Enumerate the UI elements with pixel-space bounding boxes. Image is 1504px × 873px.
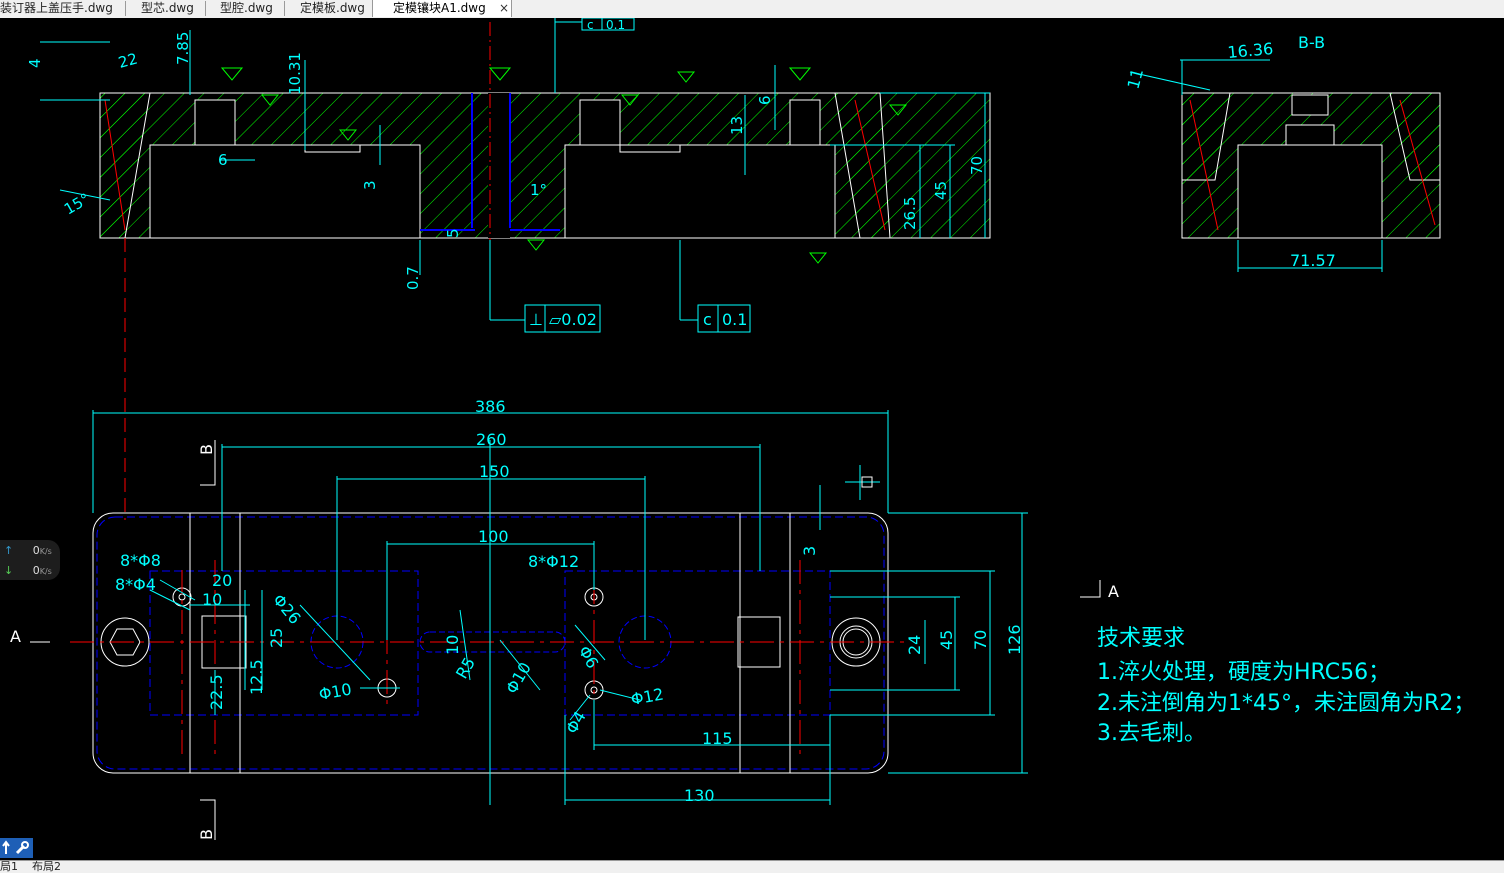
layout-tab-1[interactable]: 局1: [0, 861, 18, 873]
svg-text:22.5: 22.5: [207, 674, 226, 710]
svg-text:10.31: 10.31: [286, 52, 304, 95]
svg-text:26.5: 26.5: [901, 197, 919, 230]
note-line-1: 1.淬火处理，硬度为HRC56；: [1097, 660, 1390, 685]
svg-text:15°: 15°: [61, 190, 93, 219]
tolerance-3-symbol: c: [587, 18, 594, 32]
svg-text:260: 260: [476, 430, 507, 449]
download-speed: ↓ 0K/s: [4, 564, 52, 577]
download-arrow-icon: ↓: [4, 564, 14, 577]
svg-text:11: 11: [1124, 66, 1148, 91]
svg-text:100: 100: [478, 527, 509, 546]
close-tab-icon[interactable]: ×: [499, 0, 509, 17]
section-bb-view: B-B 16.36 71.57 11: [1124, 33, 1441, 272]
drawing-canvas[interactable]: 22 7.85 4 10.31 6 3 15° 0.7 5 1° 6 13 26…: [0, 17, 1504, 860]
svg-text:70: 70: [968, 156, 986, 175]
svg-text:71.57: 71.57: [1290, 251, 1336, 270]
tab-file-1[interactable]: 装订器上盖压手.dwg: [0, 0, 113, 17]
upload-speed: ↑ 0K/s: [4, 544, 52, 557]
tab-label: 定模镶块A1.dwg: [393, 1, 486, 15]
plan-view: 386 260 150 100 3 8*Φ8 8*Φ4 20 10 Φ26 25…: [10, 397, 1119, 840]
notes-title: 技术要求: [1097, 626, 1185, 651]
upload-value: 0: [32, 544, 40, 557]
layout-tab-2[interactable]: 布局2: [32, 861, 61, 873]
tab-file-5-active[interactable]: 定模镶块A1.dwg: [372, 0, 512, 17]
tolerance-2-value: 0.1: [722, 310, 747, 329]
svg-text:126: 126: [1005, 624, 1024, 655]
svg-text:386: 386: [475, 397, 506, 416]
section-bb-title: B-B: [1298, 33, 1325, 52]
tab-file-3[interactable]: 型腔.dwg: [220, 0, 273, 17]
upload-arrow-icon: ↑: [4, 544, 14, 557]
download-value: 0: [32, 564, 40, 577]
svg-text:8*Φ8: 8*Φ8: [120, 551, 161, 570]
cad-drawing: 22 7.85 4 10.31 6 3 15° 0.7 5 1° 6 13 26…: [10, 17, 1475, 840]
tolerance-2-symbol: c: [703, 310, 712, 329]
tolerance-1-value: ⏥0.02: [549, 310, 597, 329]
svg-text:24: 24: [905, 635, 924, 655]
svg-text:45: 45: [932, 181, 950, 200]
svg-text:3: 3: [800, 546, 819, 556]
tab-separator: [205, 1, 206, 16]
svg-text:Φ6: Φ6: [575, 643, 603, 672]
tab-separator: [284, 1, 285, 16]
svg-text:0.7: 0.7: [404, 266, 422, 290]
tolerance-1-symbol: ⊥: [529, 310, 543, 329]
svg-text:1°: 1°: [530, 181, 547, 199]
svg-text:20: 20: [212, 571, 232, 590]
layout-tab-bar: 局1 布局2: [0, 860, 1504, 873]
section-label-a-right: A: [1108, 582, 1119, 601]
svg-text:3: 3: [361, 180, 379, 190]
document-tab-bar: 装订器上盖压手.dwg 型芯.dwg 型腔.dwg 定模板.dwg 定模镶块A1…: [0, 0, 1504, 19]
svg-text:8*Φ12: 8*Φ12: [528, 552, 579, 571]
svg-text:13: 13: [728, 116, 746, 135]
network-speed-widget[interactable]: ↑ 0K/s ↓ 0K/s: [0, 540, 60, 580]
svg-text:10: 10: [202, 590, 222, 609]
svg-text:7.85: 7.85: [174, 32, 192, 65]
svg-text:Φ10: Φ10: [317, 680, 353, 704]
upload-unit: K/s: [39, 547, 52, 556]
svg-text:6: 6: [218, 151, 228, 169]
svg-text:70: 70: [971, 630, 990, 650]
svg-text:25: 25: [267, 628, 286, 648]
svg-text:22: 22: [116, 50, 139, 72]
wrench-icon: [15, 841, 29, 855]
svg-text:Φ12: Φ12: [629, 685, 665, 709]
svg-text:45: 45: [937, 630, 956, 650]
note-line-3: 3.去毛刺。: [1097, 721, 1206, 746]
section-label-b-top: B: [197, 444, 216, 455]
section-label-b-bottom: B: [197, 829, 216, 840]
svg-text:Φ26: Φ26: [269, 590, 305, 627]
svg-text:5: 5: [444, 228, 462, 238]
svg-text:12.5: 12.5: [247, 659, 266, 695]
technical-notes: 技术要求 1.淬火处理，硬度为HRC56； 2.未注倒角为1*45°，未注圆角为…: [1097, 626, 1475, 746]
svg-text:6: 6: [756, 95, 774, 105]
download-unit: K/s: [39, 567, 52, 576]
svg-text:Φ4: Φ4: [562, 708, 590, 737]
svg-text:16.36: 16.36: [1227, 39, 1274, 62]
svg-text:130: 130: [684, 786, 715, 805]
svg-text:150: 150: [479, 462, 510, 481]
tab-separator: [125, 1, 126, 16]
svg-text:R5: R5: [452, 654, 479, 682]
tolerance-3-value: 0.1: [606, 18, 625, 32]
svg-text:8*Φ4: 8*Φ4: [115, 575, 156, 594]
note-line-2: 2.未注倒角为1*45°，未注圆角为R2；: [1097, 691, 1475, 716]
svg-text:115: 115: [702, 729, 733, 748]
floating-tool-button[interactable]: [0, 838, 33, 858]
svg-text:10: 10: [443, 635, 462, 655]
section-label-a-left: A: [10, 627, 21, 646]
tab-file-2[interactable]: 型芯.dwg: [141, 0, 194, 17]
tab-file-4[interactable]: 定模板.dwg: [300, 0, 365, 17]
front-section-view: 22 7.85 4 10.31 6 3 15° 0.7 5 1° 6 13 26…: [26, 17, 991, 520]
svg-text:4: 4: [26, 58, 44, 68]
